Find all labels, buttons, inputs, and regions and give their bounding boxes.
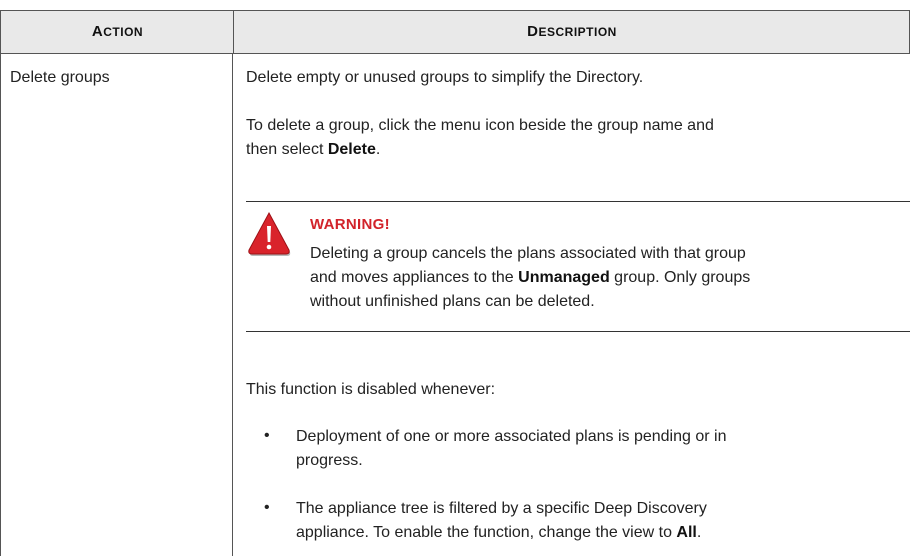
disabled-intro: This function is disabled whenever: [246, 381, 496, 398]
bullet-2-line1: The appliance tree is filtered by a spec… [296, 500, 707, 517]
bullet-2-marker: • [264, 499, 270, 516]
header-description: DESCRIPTION [527, 23, 617, 40]
warning-bottom-rule [246, 331, 910, 332]
action-cell: Delete groups [10, 69, 110, 86]
warning-line1: Deleting a group cancels the plans assoc… [310, 245, 746, 262]
left-border [0, 54, 1, 556]
delete-bold: Delete [327, 141, 376, 158]
bullet-2-line2: appliance. To enable the function, chang… [296, 524, 702, 541]
column-divider [232, 54, 233, 556]
warning-title: WARNING! [310, 216, 390, 233]
warning-top-rule [246, 201, 910, 202]
bullet-1-line1: Deployment of one or more associated pla… [296, 428, 727, 445]
delete-instruction-line1: To delete a group, click the menu icon b… [246, 117, 714, 134]
table-header: ACTION DESCRIPTION [0, 10, 910, 54]
delete-instruction-line2: then select Delete. [246, 141, 381, 158]
description-intro: Delete empty or unused groups to simplif… [246, 69, 644, 86]
warning-triangle-icon [246, 210, 292, 258]
bullet-1-line2: progress. [296, 452, 363, 469]
warning-line3: without unfinished plans can be deleted. [310, 293, 595, 310]
header-action: ACTION [91, 23, 144, 40]
unmanaged-bold: Unmanaged [518, 269, 610, 286]
warning-line2: and moves appliances to the Unmanaged gr… [310, 269, 751, 286]
bullet-1-marker: • [264, 427, 270, 444]
all-bold: All [676, 524, 697, 541]
